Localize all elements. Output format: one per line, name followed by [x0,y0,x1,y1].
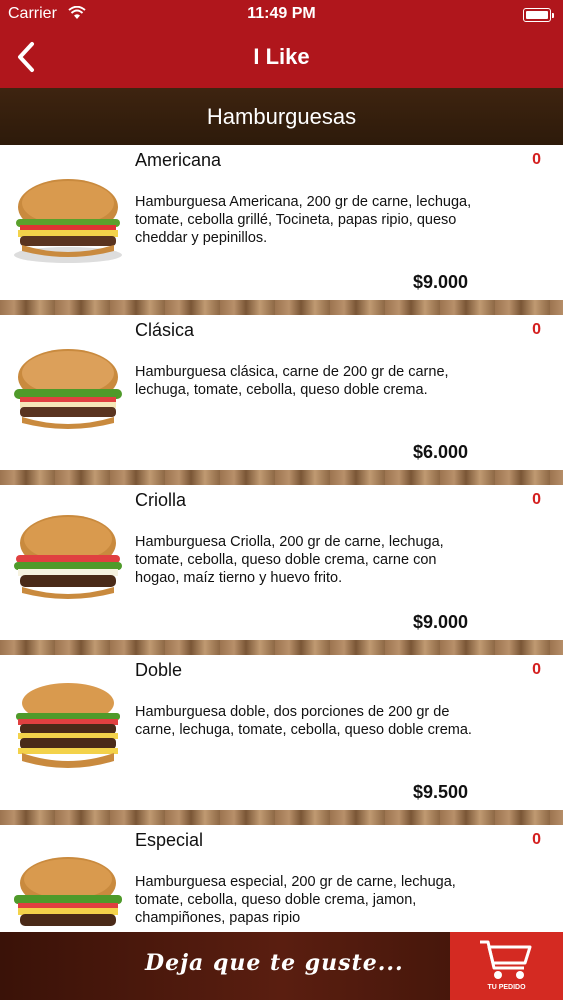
footer-bar: Deja que te guste... TU PEDIDO [0,932,563,1000]
item-name: Clásica [135,320,195,340]
item-description: Hamburguesa especial, 200 gr de carne, l… [135,874,456,926]
burger-image [14,857,122,926]
item-count[interactable]: 0 [532,661,541,679]
top-bar: Carrier 11:49 PM I Like [0,0,563,88]
list-item[interactable]: Clásica 0 Hamburguesa clásica, carne de … [0,315,563,470]
row-divider [0,470,563,485]
list-item[interactable]: Doble 0 Hamburguesa doble, dos porciones… [0,655,563,810]
item-price: $9.000 [412,272,468,292]
item-name: Doble [135,660,183,680]
status-bar: Carrier 11:49 PM [0,0,563,30]
burger-image [14,349,122,429]
item-price: $9.500 [412,782,468,802]
item-description: Hamburguesa doble, dos porciones de 200 … [135,704,472,738]
list-item[interactable]: Especial 0 Hamburguesa especial, 200 gr … [0,825,563,932]
item-name: Especial [135,830,204,850]
item-price: $6.000 [412,442,468,462]
cart-button[interactable]: TU PEDIDO [450,932,563,1000]
row-divider [0,640,563,655]
product-list[interactable]: Americana 0 Hamburguesa Americana, 200 g… [0,145,563,932]
nav-bar: I Like [0,30,563,88]
item-count[interactable]: 0 [532,321,541,339]
shopping-cart-icon [480,940,532,979]
cart-label: TU PEDIDO [487,984,526,991]
item-description: Hamburguesa Criolla, 200 gr de carne, le… [135,534,444,586]
slogan: Deja que te guste... [145,950,404,976]
item-description: Hamburguesa Americana, 200 gr de carne, … [135,194,472,246]
section-header: Hamburguesas [0,88,563,145]
item-count[interactable]: 0 [532,151,541,169]
item-count[interactable]: 0 [532,831,541,849]
row-divider [0,810,563,825]
page-title: I Like [253,44,310,69]
item-name: Americana [135,150,222,170]
item-price: $9.000 [412,612,468,632]
list-item[interactable]: Americana 0 Hamburguesa Americana, 200 g… [0,145,563,300]
burger-image [14,515,122,599]
item-name: Criolla [135,490,187,510]
row-divider [0,300,563,315]
list-item[interactable]: Criolla 0 Hamburguesa Criolla, 200 gr de… [0,485,563,640]
battery-icon [523,8,554,22]
item-description: Hamburguesa clásica, carne de 200 gr de … [135,364,449,398]
burger-image [14,179,122,263]
item-count[interactable]: 0 [532,491,541,509]
burger-image [16,683,120,768]
clock: 11:49 PM [247,5,316,22]
